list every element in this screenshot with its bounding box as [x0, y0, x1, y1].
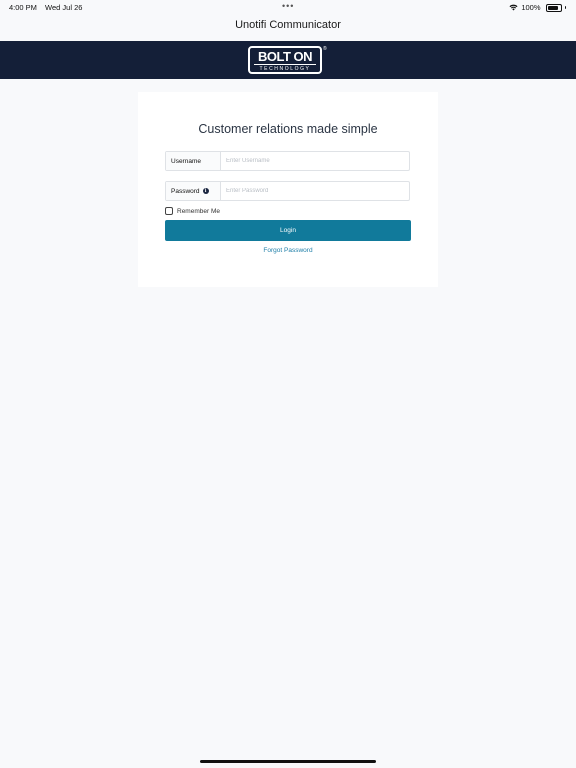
bolt-on-logo: BOLT ON TECHNOLOGY [248, 46, 322, 74]
username-label: Username [166, 152, 221, 170]
status-clock: 4:00 PM Wed Jul 26 [9, 3, 88, 12]
battery-percent: 100% [521, 3, 541, 12]
battery-tip [564, 6, 566, 9]
remember-me-checkbox[interactable] [165, 207, 173, 215]
registered-mark: ® [323, 46, 327, 52]
wifi-icon [509, 4, 518, 11]
password-label-text: Password [171, 187, 200, 195]
password-input[interactable] [221, 182, 409, 200]
status-date: Wed Jul 26 [45, 3, 83, 12]
multitasking-dots-icon[interactable]: ••• [282, 1, 294, 11]
battery-icon [545, 3, 562, 12]
logo-sub-text: TECHNOLOGY [254, 64, 316, 72]
username-label-text: Username [171, 157, 201, 165]
nav-title: Unotifi Communicator [235, 19, 341, 31]
battery-fill [547, 5, 558, 10]
password-field: Password i [165, 181, 410, 201]
username-input[interactable] [221, 152, 409, 170]
status-bar: 4:00 PM Wed Jul 26 ••• 100% [0, 0, 576, 14]
login-card: Customer relations made simple Username … [138, 92, 438, 287]
password-label: Password i [166, 182, 221, 200]
status-time: 4:00 PM [9, 3, 37, 12]
login-button[interactable]: Login [165, 220, 411, 241]
login-headline: Customer relations made simple [198, 122, 378, 136]
info-icon[interactable]: i [202, 188, 209, 194]
username-field: Username [165, 151, 410, 171]
home-indicator[interactable] [200, 760, 376, 763]
remember-me[interactable]: Remember Me [165, 207, 220, 215]
remember-me-label: Remember Me [177, 207, 220, 215]
status-indicators: 100% [509, 3, 566, 12]
logo-main-text: BOLT ON [257, 49, 313, 64]
forgot-password-link[interactable]: Forgot Password [138, 247, 438, 254]
